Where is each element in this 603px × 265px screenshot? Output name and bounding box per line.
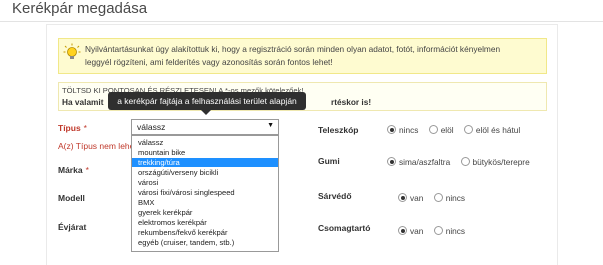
- evjarat-label: Évjárat: [58, 222, 87, 232]
- page-title: Kerékpár megadása: [12, 0, 148, 17]
- tipus-label-text: Típus: [58, 123, 81, 133]
- option-label: bütykös/terepre: [472, 157, 530, 167]
- csomagtarto-option-van[interactable]: van: [398, 226, 423, 236]
- marka-required-star: *: [85, 165, 89, 175]
- warning-line-2-end: rtéskor is!: [331, 97, 372, 107]
- info-notice: Nyilvántartásunkat úgy alakítottuk ki, h…: [58, 38, 547, 74]
- option-label: elöl: [440, 125, 454, 135]
- radio[interactable]: [428, 125, 438, 134]
- notice-text: Nyilvántartásunkat úgy alakítottuk ki, h…: [85, 44, 501, 67]
- dropdown-option[interactable]: városi: [132, 178, 278, 187]
- warning-line-2: Ha valamit rtéskor is!: [62, 97, 371, 107]
- tipus-select[interactable]: válassz ▼: [131, 119, 279, 135]
- tipus-tooltip: a kerékpár fajtája a felhasználási terül…: [108, 92, 306, 110]
- radio-selected[interactable]: [387, 125, 396, 134]
- csomagtarto-label: Csomagtartó: [318, 223, 371, 233]
- radio-selected[interactable]: [398, 193, 407, 202]
- tipus-required-star: *: [83, 123, 87, 133]
- sarvedo-option-nincs[interactable]: nincs: [433, 193, 466, 203]
- option-label: van: [410, 226, 424, 236]
- option-label: sima/aszfaltra: [399, 157, 451, 167]
- dropdown-option[interactable]: válassz: [132, 138, 278, 147]
- teleszkop-radio-group: nincs elöl elöl és hátul: [387, 125, 528, 137]
- option-label: van: [410, 193, 424, 203]
- lightbulb-icon: [63, 43, 81, 59]
- option-label: nincs: [399, 125, 419, 135]
- csomagtarto-option-nincs[interactable]: nincs: [433, 226, 466, 236]
- dropdown-option[interactable]: gyerek kerékpár: [132, 208, 278, 217]
- sarvedo-option-van[interactable]: van: [398, 193, 423, 203]
- tipus-label: Típus *: [58, 123, 87, 133]
- tipus-error: A(z) Típus nem lehe: [58, 141, 135, 151]
- dropdown-option[interactable]: országúti/verseny bicikli: [132, 168, 278, 177]
- tipus-dropdown[interactable]: válassz mountain bike trekking/túra orsz…: [131, 135, 279, 252]
- tooltip-arrow: [201, 110, 211, 115]
- radio[interactable]: [433, 226, 443, 235]
- sarvedo-radio-group: van nincs: [398, 193, 473, 205]
- radio-selected[interactable]: [387, 157, 396, 166]
- modell-label: Modell: [58, 193, 85, 203]
- option-label: nincs: [445, 193, 466, 203]
- teleszkop-option-elol-hatul[interactable]: elöl és hátul: [463, 125, 521, 135]
- tipus-select-value: válassz: [137, 122, 166, 132]
- dropdown-option[interactable]: elektromos kerékpár: [132, 218, 278, 227]
- option-label: elöl és hátul: [475, 125, 521, 135]
- radio-selected[interactable]: [398, 226, 407, 235]
- marka-label: Márka *: [58, 165, 89, 175]
- sarvedo-label: Sárvédő: [318, 191, 352, 201]
- csomagtarto-radio-group: van nincs: [398, 226, 473, 238]
- teleszkop-option-nincs[interactable]: nincs: [387, 125, 418, 135]
- marka-label-text: Márka: [58, 165, 83, 175]
- warning-line-2-start: Ha valamit: [62, 97, 104, 107]
- gumi-radio-group: sima/aszfaltra bütykös/terepre: [387, 157, 538, 169]
- chevron-down-icon: ▼: [267, 122, 274, 129]
- gumi-option-sima[interactable]: sima/aszfaltra: [387, 157, 450, 167]
- title-divider: [0, 21, 603, 22]
- dropdown-option[interactable]: BMX: [132, 198, 278, 207]
- radio[interactable]: [433, 193, 443, 202]
- radio[interactable]: [463, 125, 473, 134]
- radio[interactable]: [460, 157, 470, 166]
- dropdown-option[interactable]: mountain bike: [132, 148, 278, 157]
- dropdown-option[interactable]: rekumbens/fekvő kerékpár: [132, 228, 278, 237]
- teleszkop-option-elol[interactable]: elöl: [428, 125, 454, 135]
- teleszkop-label: Teleszkóp: [318, 125, 359, 135]
- gumi-option-butykos[interactable]: bütykös/terepre: [460, 157, 530, 167]
- dropdown-option-highlighted[interactable]: trekking/túra: [132, 158, 278, 167]
- dropdown-option[interactable]: városi fixi/városi singlespeed: [132, 188, 278, 197]
- option-label: nincs: [445, 226, 466, 236]
- gumi-label: Gumi: [318, 156, 340, 166]
- dropdown-option[interactable]: egyéb (cruiser, tandem, stb.): [132, 238, 278, 247]
